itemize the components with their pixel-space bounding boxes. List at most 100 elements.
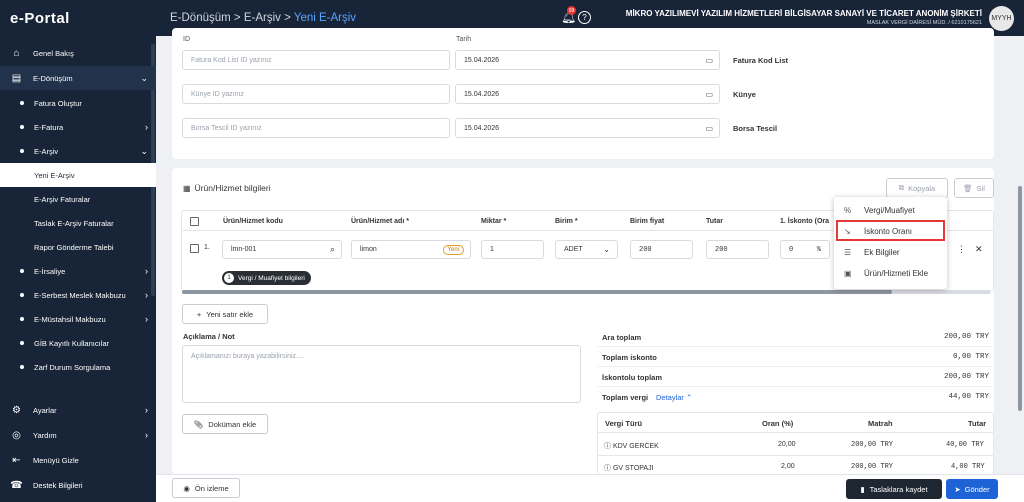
product-code-input[interactable]: lmn-001 ⌕: [222, 240, 342, 259]
bullet-icon: [20, 365, 24, 369]
plus-icon: +: [196, 309, 202, 319]
price-input[interactable]: 200: [630, 240, 693, 259]
tax-col-rate: Oran (%): [762, 419, 794, 428]
sidebar-item-e-arsiv-faturalar[interactable]: E-Arşiv Faturalar: [0, 187, 156, 211]
totals-discount-label: Toplam iskonto: [602, 353, 657, 362]
row-checkbox[interactable]: [190, 244, 199, 253]
discount-input[interactable]: 0%: [780, 240, 830, 259]
list-icon: ☰: [844, 247, 852, 257]
menu-item-vergi-muafiyet[interactable]: % Vergi/Muafiyet: [834, 200, 947, 220]
tax-row: ⓘ KDV GERCEK: [604, 443, 659, 450]
breadcrumb: E-Dönüşüm > E-Arşiv > Yeni E-Arşiv: [170, 12, 356, 24]
percent-icon: %: [816, 245, 821, 254]
bookmark-icon: ▮: [860, 484, 865, 494]
sidebar-item-taslak-e-arsiv[interactable]: Taslak E-Arşiv Faturalar: [0, 211, 156, 235]
sidebar-item-yeni-e-arsiv[interactable]: Yeni E-Arşiv: [0, 163, 156, 187]
unit-select[interactable]: ADET ⌄: [555, 240, 618, 259]
note-textarea[interactable]: Açıklamanızı buraya yazabilirsiniz....: [182, 345, 581, 403]
delete-button[interactable]: 🗑︎ Sil: [954, 178, 994, 198]
note-label: Açıklama / Not: [183, 332, 235, 341]
breadcrumb-current: Yeni E-Arşiv: [293, 12, 357, 24]
col-qty: Miktar *: [481, 218, 507, 225]
eye-icon: ◉: [183, 483, 190, 493]
company-name: MİKRO YAZILIMEVİ YAZILIM HİZMETLERİ BİLG…: [625, 9, 982, 18]
info-icon[interactable]: ⓘ: [604, 465, 611, 472]
borsa-tescil-date[interactable]: 15.04.2026 ▭: [455, 118, 720, 138]
col-discount: 1. İskonto (Ora: [780, 218, 830, 225]
fatura-kod-list-date[interactable]: 15.04.2026 ▭: [455, 50, 720, 70]
breadcrumb-e-arsiv[interactable]: E-Arşiv: [244, 12, 281, 24]
tax-col-amount: Tutar: [968, 419, 987, 428]
sidebar-item-e-fatura[interactable]: E-Fatura ›: [0, 115, 156, 139]
sidebar-item-e-irsaliye[interactable]: E-İrsaliye ›: [0, 259, 156, 283]
breadcrumb-e-donusum[interactable]: E-Dönüşüm: [170, 12, 231, 24]
sidebar-item-destek-bilgileri[interactable]: ☎ Destek Bilgileri: [0, 473, 156, 497]
sidebar-item-ayarlar[interactable]: ⚙ Ayarlar ›: [0, 398, 156, 422]
page-scrollbar[interactable]: [1016, 36, 1024, 474]
sidebar-item-e-arsiv[interactable]: E-Arşiv ⌄: [0, 139, 156, 163]
row-context-menu: % Vergi/Muafiyet ↘ İskonto Oranı ☰ Ek Bilgi…: [834, 197, 947, 289]
sidebar-item-gib-kayitli[interactable]: GİB Kayıtlı Kullanıcılar: [0, 331, 156, 355]
page-scrollbar-thumb[interactable]: [1018, 186, 1022, 411]
search-icon[interactable]: ⌕: [330, 244, 335, 255]
save-icon: ▣: [844, 268, 852, 278]
total-input[interactable]: 200: [706, 240, 769, 259]
calendar-icon[interactable]: ▭: [705, 124, 713, 133]
kunye-id-input[interactable]: Künye ID yazınız: [182, 84, 450, 104]
totals-discount-value: 0,00 TRY: [952, 353, 989, 361]
help-icon[interactable]: ?: [578, 11, 591, 24]
add-row-button[interactable]: + Yeni satır ekle: [182, 304, 268, 324]
copy-button[interactable]: ⧉ Kopyala: [886, 178, 948, 198]
row-index: 1.: [204, 244, 210, 251]
trash-icon: 🗑︎: [963, 183, 973, 193]
tax-col-type: Vergi Türü: [605, 419, 643, 428]
select-all-checkbox[interactable]: [190, 217, 199, 226]
save-draft-button[interactable]: ▮ Taslaklara kaydet: [846, 479, 942, 499]
app-logo[interactable]: e-Portal: [0, 0, 156, 36]
chevron-right-icon: ›: [145, 314, 148, 324]
home-icon: ⌂: [13, 47, 20, 59]
sidebar-item-menuyu-gizle[interactable]: ⇤ Menüyü Gizle: [0, 448, 156, 472]
tax-chip[interactable]: 1 Vergi / Muafiyet bilgileri: [222, 271, 311, 285]
notification-badge: 99: [567, 6, 576, 15]
company-tax-office: MASLAK VERGİ DAİRESİ MÜD. / 6210175621: [866, 20, 982, 26]
chevron-right-icon: ›: [145, 430, 148, 440]
sidebar-item-e-serbest-meslek[interactable]: E-Serbest Meslek Makbuzu ›: [0, 283, 156, 307]
fatura-kod-list-id-input[interactable]: Fatura Kod List ID yazınız: [182, 50, 450, 70]
chevron-down-icon: ⌄: [603, 245, 610, 254]
chevron-up-icon: ⌃: [686, 393, 693, 402]
support-icon: ☎: [10, 479, 23, 491]
col-unit: Birim *: [555, 218, 578, 225]
avatar[interactable]: MYYH: [989, 6, 1014, 31]
sidebar-item-rapor-gonderme[interactable]: Rapor Gönderme Talebi: [0, 235, 156, 259]
divider: [598, 366, 993, 367]
divider: [598, 346, 993, 347]
sidebar-item-e-donusum[interactable]: ▤ E-Dönüşüm ⌄: [0, 66, 156, 90]
product-name-input[interactable]: limon Yeni: [351, 240, 471, 259]
preview-button[interactable]: ◉ Ön izleme: [172, 478, 240, 498]
tax-details-link[interactable]: Detaylar ⌃: [656, 393, 692, 402]
sidebar-item-zarf-durum[interactable]: Zarf Durum Sorgulama: [0, 355, 156, 379]
horizontal-scrollbar-thumb[interactable]: [182, 290, 892, 294]
info-icon[interactable]: ⓘ: [604, 443, 611, 450]
more-vertical-icon[interactable]: ⋮: [957, 244, 966, 255]
sidebar-item-e-mustahsil[interactable]: E-Müstahsil Makbuzu ›: [0, 307, 156, 331]
close-icon[interactable]: ✕: [975, 244, 983, 255]
calendar-icon[interactable]: ▭: [705, 90, 713, 99]
col-code: Ürün/Hizmet kodu: [223, 218, 283, 225]
sidebar-item-fatura-olustur[interactable]: Fatura Oluştur: [0, 91, 156, 115]
tax-rate: 2,00: [781, 463, 795, 470]
tax-rate: 20,00: [778, 441, 796, 448]
chevron-down-icon: ⌄: [140, 72, 148, 83]
sidebar-item-genel-bakis[interactable]: ⌂ Genel Bakış: [0, 41, 156, 65]
menu-item-ek-bilgiler[interactable]: ☰ Ek Bilgiler: [834, 242, 947, 262]
horizontal-scrollbar[interactable]: [182, 290, 990, 294]
sidebar-item-yardim[interactable]: ◎ Yardım ›: [0, 423, 156, 447]
calendar-icon[interactable]: ▭: [705, 56, 713, 65]
send-button[interactable]: ➤ Gönder: [946, 479, 998, 499]
borsa-tescil-id-input[interactable]: Borsa Tescil ID yazınız: [182, 118, 450, 138]
add-document-button[interactable]: 📎︎ Doküman ekle: [182, 414, 268, 434]
menu-item-urun-hizmeti-ekle[interactable]: ▣ Ürün/Hizmeti Ekle: [834, 263, 947, 283]
kunye-date[interactable]: 15.04.2026 ▭: [455, 84, 720, 104]
qty-input[interactable]: 1: [481, 240, 544, 259]
